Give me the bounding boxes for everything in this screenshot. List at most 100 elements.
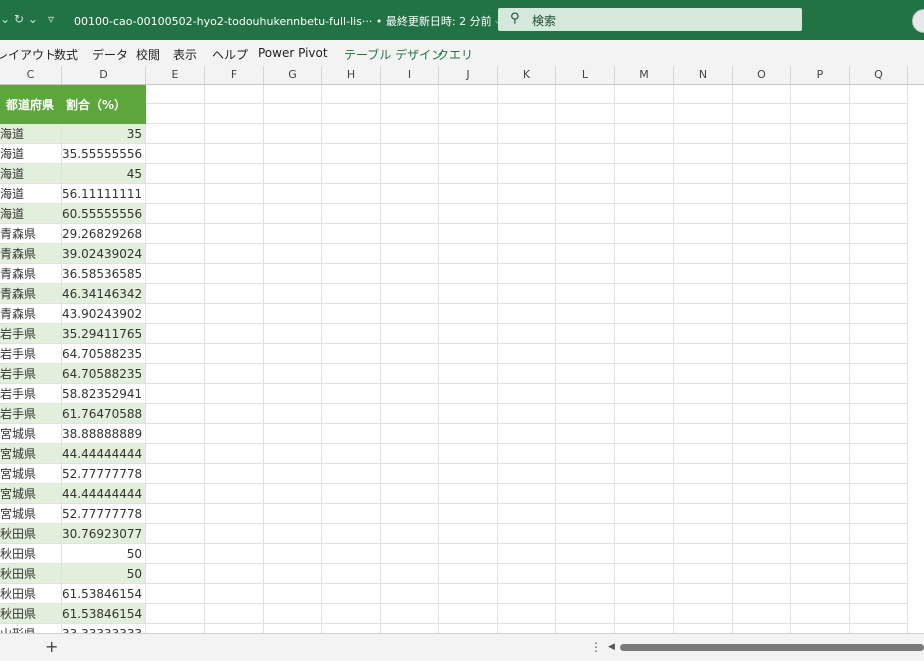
empty-cell[interactable] <box>615 164 674 184</box>
empty-cell[interactable] <box>674 284 733 304</box>
empty-cell[interactable] <box>733 104 791 124</box>
ratio-cell[interactable]: 61.53846154 <box>62 584 146 604</box>
empty-cell[interactable] <box>850 424 908 444</box>
empty-cell[interactable] <box>439 384 498 404</box>
empty-cell[interactable] <box>381 224 439 244</box>
empty-cell[interactable] <box>733 304 791 324</box>
empty-cell[interactable] <box>498 504 556 524</box>
empty-cell[interactable] <box>439 584 498 604</box>
empty-cell[interactable] <box>733 464 791 484</box>
empty-cell[interactable] <box>615 144 674 164</box>
empty-cell[interactable] <box>264 324 322 344</box>
empty-cell[interactable] <box>498 204 556 224</box>
empty-cell[interactable] <box>556 264 615 284</box>
empty-cell[interactable] <box>615 244 674 264</box>
empty-cell[interactable] <box>264 604 322 624</box>
empty-cell[interactable] <box>674 524 733 544</box>
prefecture-cell[interactable]: 秋田県 <box>0 524 62 544</box>
empty-cell[interactable] <box>674 444 733 464</box>
empty-cell[interactable] <box>381 344 439 364</box>
empty-cell[interactable] <box>674 244 733 264</box>
empty-cell[interactable] <box>381 104 439 124</box>
empty-cell[interactable] <box>674 104 733 124</box>
empty-cell[interactable] <box>791 544 850 564</box>
empty-cell[interactable] <box>791 184 850 204</box>
empty-cell[interactable] <box>439 85 498 104</box>
empty-cell[interactable] <box>381 384 439 404</box>
empty-cell[interactable] <box>146 104 205 124</box>
empty-cell[interactable] <box>850 444 908 464</box>
column-header-n[interactable]: N <box>674 66 733 84</box>
empty-cell[interactable] <box>498 284 556 304</box>
empty-cell[interactable] <box>850 384 908 404</box>
empty-cell[interactable] <box>498 424 556 444</box>
empty-cell[interactable] <box>264 304 322 324</box>
empty-cell[interactable] <box>439 284 498 304</box>
empty-cell[interactable] <box>791 264 850 284</box>
empty-cell[interactable] <box>733 244 791 264</box>
empty-cell[interactable] <box>674 164 733 184</box>
empty-cell[interactable] <box>674 384 733 404</box>
empty-cell[interactable] <box>791 584 850 604</box>
empty-cell[interactable] <box>556 584 615 604</box>
empty-cell[interactable] <box>322 584 381 604</box>
empty-cell[interactable] <box>439 424 498 444</box>
empty-cell[interactable] <box>556 284 615 304</box>
avatar[interactable] <box>912 9 924 33</box>
empty-cell[interactable] <box>498 124 556 144</box>
empty-cell[interactable] <box>381 584 439 604</box>
empty-cell[interactable] <box>381 324 439 344</box>
empty-cell[interactable] <box>674 324 733 344</box>
empty-cell[interactable] <box>850 124 908 144</box>
ratio-cell[interactable]: 50 <box>62 564 146 584</box>
empty-cell[interactable] <box>205 384 264 404</box>
empty-cell[interactable] <box>733 524 791 544</box>
prefecture-cell[interactable]: 秋田県 <box>0 564 62 584</box>
empty-cell[interactable] <box>205 284 264 304</box>
empty-cell[interactable] <box>791 384 850 404</box>
empty-cell[interactable] <box>381 604 439 624</box>
ratio-cell[interactable]: 30.76923077 <box>62 524 146 544</box>
menu-item-4[interactable]: 校閲 <box>136 46 160 63</box>
empty-cell[interactable] <box>850 504 908 524</box>
ratio-cell[interactable]: 36.58536585 <box>62 264 146 284</box>
empty-cell[interactable] <box>615 324 674 344</box>
empty-cell[interactable] <box>381 424 439 444</box>
empty-cell[interactable] <box>615 284 674 304</box>
column-header-f[interactable]: F <box>205 66 264 84</box>
empty-cell[interactable] <box>791 564 850 584</box>
empty-cell[interactable] <box>733 544 791 564</box>
empty-cell[interactable] <box>205 624 264 633</box>
empty-cell[interactable] <box>322 85 381 104</box>
empty-cell[interactable] <box>674 564 733 584</box>
prefecture-cell[interactable]: 青森県 <box>0 304 62 324</box>
empty-cell[interactable] <box>146 584 205 604</box>
document-title[interactable]: 00100-cao-00100502-hyo2-todouhukennbetu-… <box>74 13 503 29</box>
empty-cell[interactable] <box>439 524 498 544</box>
empty-cell[interactable] <box>674 484 733 504</box>
empty-cell[interactable] <box>146 124 205 144</box>
empty-cell[interactable] <box>146 424 205 444</box>
empty-cell[interactable] <box>674 264 733 284</box>
worksheet-grid[interactable]: 都道府県 割合（%） 海道 35 海道 35.55555556 海道 45 海道 56.111… <box>0 85 924 633</box>
empty-cell[interactable] <box>439 464 498 484</box>
prefecture-cell[interactable]: 岩手県 <box>0 324 62 344</box>
column-header-h[interactable]: H <box>322 66 381 84</box>
empty-cell[interactable] <box>850 224 908 244</box>
empty-cell[interactable] <box>439 404 498 424</box>
empty-cell[interactable] <box>498 104 556 124</box>
empty-cell[interactable] <box>791 424 850 444</box>
empty-cell[interactable] <box>322 504 381 524</box>
empty-cell[interactable] <box>498 544 556 564</box>
empty-cell[interactable] <box>381 124 439 144</box>
undo-dropdown-icon[interactable]: ⌄ <box>0 12 10 26</box>
empty-cell[interactable] <box>322 464 381 484</box>
empty-cell[interactable] <box>205 404 264 424</box>
prefecture-cell[interactable]: 秋田県 <box>0 604 62 624</box>
ratio-cell[interactable]: 44.44444444 <box>62 444 146 464</box>
empty-cell[interactable] <box>381 544 439 564</box>
empty-cell[interactable] <box>791 284 850 304</box>
empty-cell[interactable] <box>205 104 264 124</box>
empty-cell[interactable] <box>615 85 674 104</box>
empty-cell[interactable] <box>439 124 498 144</box>
